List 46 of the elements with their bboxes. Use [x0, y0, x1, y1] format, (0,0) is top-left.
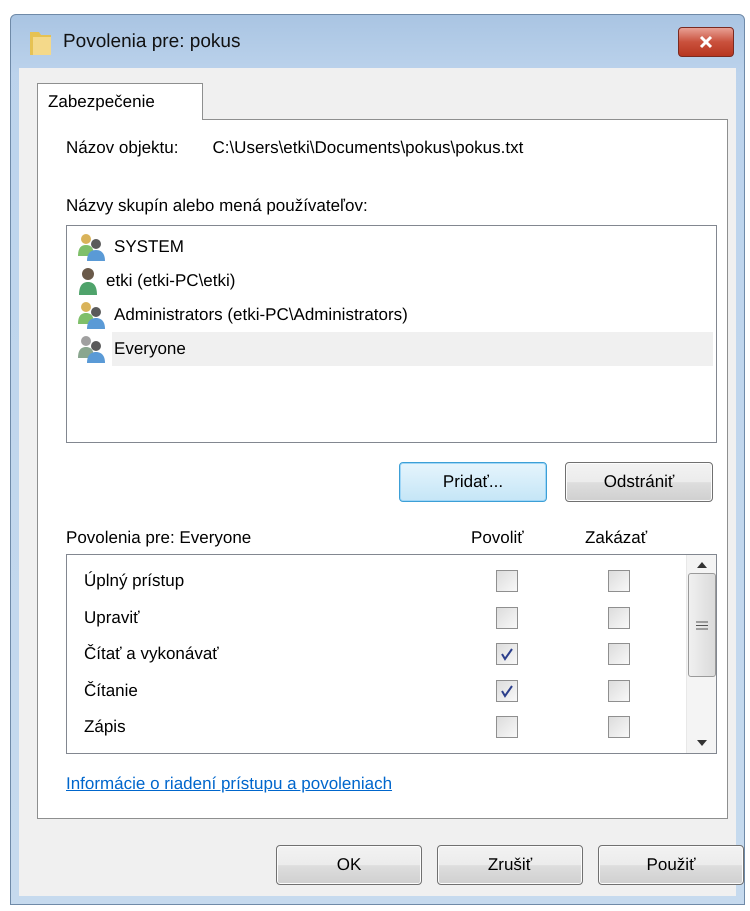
object-name-label: Názov objektu: — [66, 138, 178, 158]
dialog-button[interactable]: OK — [276, 845, 422, 885]
users-icon — [76, 300, 108, 330]
allow-checkbox[interactable] — [496, 716, 518, 738]
scroll-down-icon — [696, 739, 708, 747]
column-header: Zakázať — [585, 528, 648, 548]
users-icon — [76, 334, 108, 364]
object-path: C:\Users\etki\Documents\pokus\pokus.txt — [212, 138, 524, 158]
permission-name: Úplný prístup — [84, 571, 186, 592]
deny-checkbox[interactable] — [608, 680, 630, 702]
window-title: Povolenia pre: pokus — [63, 30, 242, 52]
deny-checkbox[interactable] — [608, 643, 630, 666]
close-icon — [698, 34, 714, 48]
users-icon — [76, 232, 108, 262]
list-item[interactable]: Administrators (etki-PC\Administrators) — [112, 298, 713, 332]
allow-checkbox[interactable] — [496, 643, 518, 666]
permissions-label: Povolenia pre: Everyone — [66, 528, 252, 548]
deny-checkbox[interactable] — [608, 570, 630, 592]
allow-checkbox[interactable] — [496, 680, 518, 702]
list-item[interactable]: etki (etki-PC\etki) — [104, 264, 713, 298]
grip-icon — [696, 620, 708, 630]
allow-checkbox[interactable] — [496, 570, 518, 592]
column-header: Povoliť — [471, 528, 525, 548]
deny-checkbox[interactable] — [608, 716, 630, 738]
checkmark-icon — [500, 647, 514, 662]
scrollbar[interactable] — [686, 555, 716, 753]
dialog-button[interactable]: Použiť — [598, 845, 744, 885]
dialog-button[interactable]: Zrušiť — [437, 845, 583, 885]
permission-name: Čítanie — [84, 680, 139, 701]
deny-checkbox[interactable] — [608, 606, 630, 629]
scroll-up-icon — [696, 561, 708, 569]
list-item[interactable]: Everyone — [112, 332, 713, 366]
tab[interactable]: Zabezpečenie — [37, 83, 203, 120]
close-button[interactable] — [678, 26, 734, 56]
remove-button[interactable]: Odstrániť — [565, 462, 713, 502]
add-button[interactable]: Pridať... — [399, 462, 547, 502]
principals-label: Názvy skupín alebo mená používateľov: — [66, 196, 368, 216]
permission-name: Čítať a vykonávať — [84, 644, 220, 664]
checkmark-icon — [500, 684, 514, 698]
scroll-thumb[interactable] — [688, 573, 716, 677]
list-item[interactable]: SYSTEM — [112, 230, 713, 264]
permission-name: Zápis — [84, 717, 127, 738]
help-link[interactable]: Informácie o riadení prístupu a povoleniach — [66, 774, 392, 794]
permission-name: Upraviť — [84, 608, 141, 628]
allow-checkbox[interactable] — [496, 606, 518, 629]
user-icon — [76, 266, 100, 296]
